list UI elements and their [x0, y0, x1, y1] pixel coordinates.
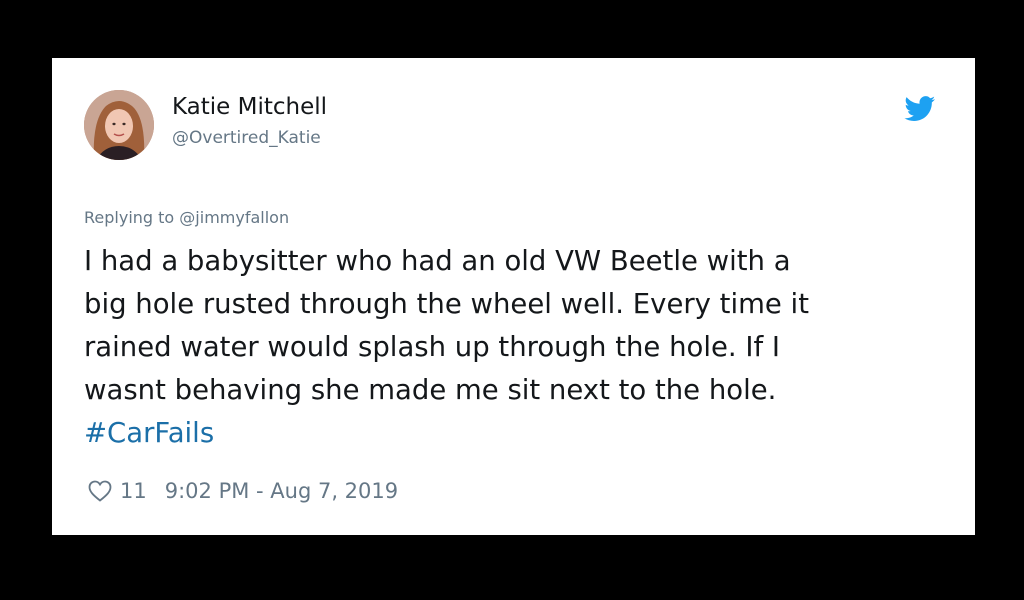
tweet-timestamp[interactable]: 9:02 PM - Aug 7, 2019 — [165, 479, 398, 503]
tweet-text-line: rained water would splash up through the… — [84, 331, 781, 363]
reply-mention-link[interactable]: @jimmyfallon — [179, 208, 289, 227]
heart-icon[interactable] — [88, 480, 112, 502]
tweet-footer: 11 9:02 PM - Aug 7, 2019 — [88, 476, 398, 506]
hashtag-link[interactable]: #CarFails — [84, 412, 964, 455]
avatar[interactable] — [84, 90, 154, 160]
like-count: 11 — [120, 479, 147, 503]
tweet-text-line: wasnt behaving she made me sit next to t… — [84, 374, 777, 406]
reply-context: Replying to @jimmyfallon — [84, 208, 289, 227]
twitter-bird-icon[interactable] — [904, 96, 936, 122]
tweet-card: Katie Mitchell @Overtired_Katie Replying… — [52, 58, 975, 535]
tweet-text-line: big hole rusted through the wheel well. … — [84, 288, 809, 320]
tweet-text: I had a babysitter who had an old VW Bee… — [84, 240, 964, 455]
display-name[interactable]: Katie Mitchell — [172, 94, 327, 120]
tweet-text-line: I had a babysitter who had an old VW Bee… — [84, 245, 791, 277]
reply-prefix: Replying to — [84, 208, 175, 227]
user-handle[interactable]: @Overtired_Katie — [172, 128, 321, 148]
